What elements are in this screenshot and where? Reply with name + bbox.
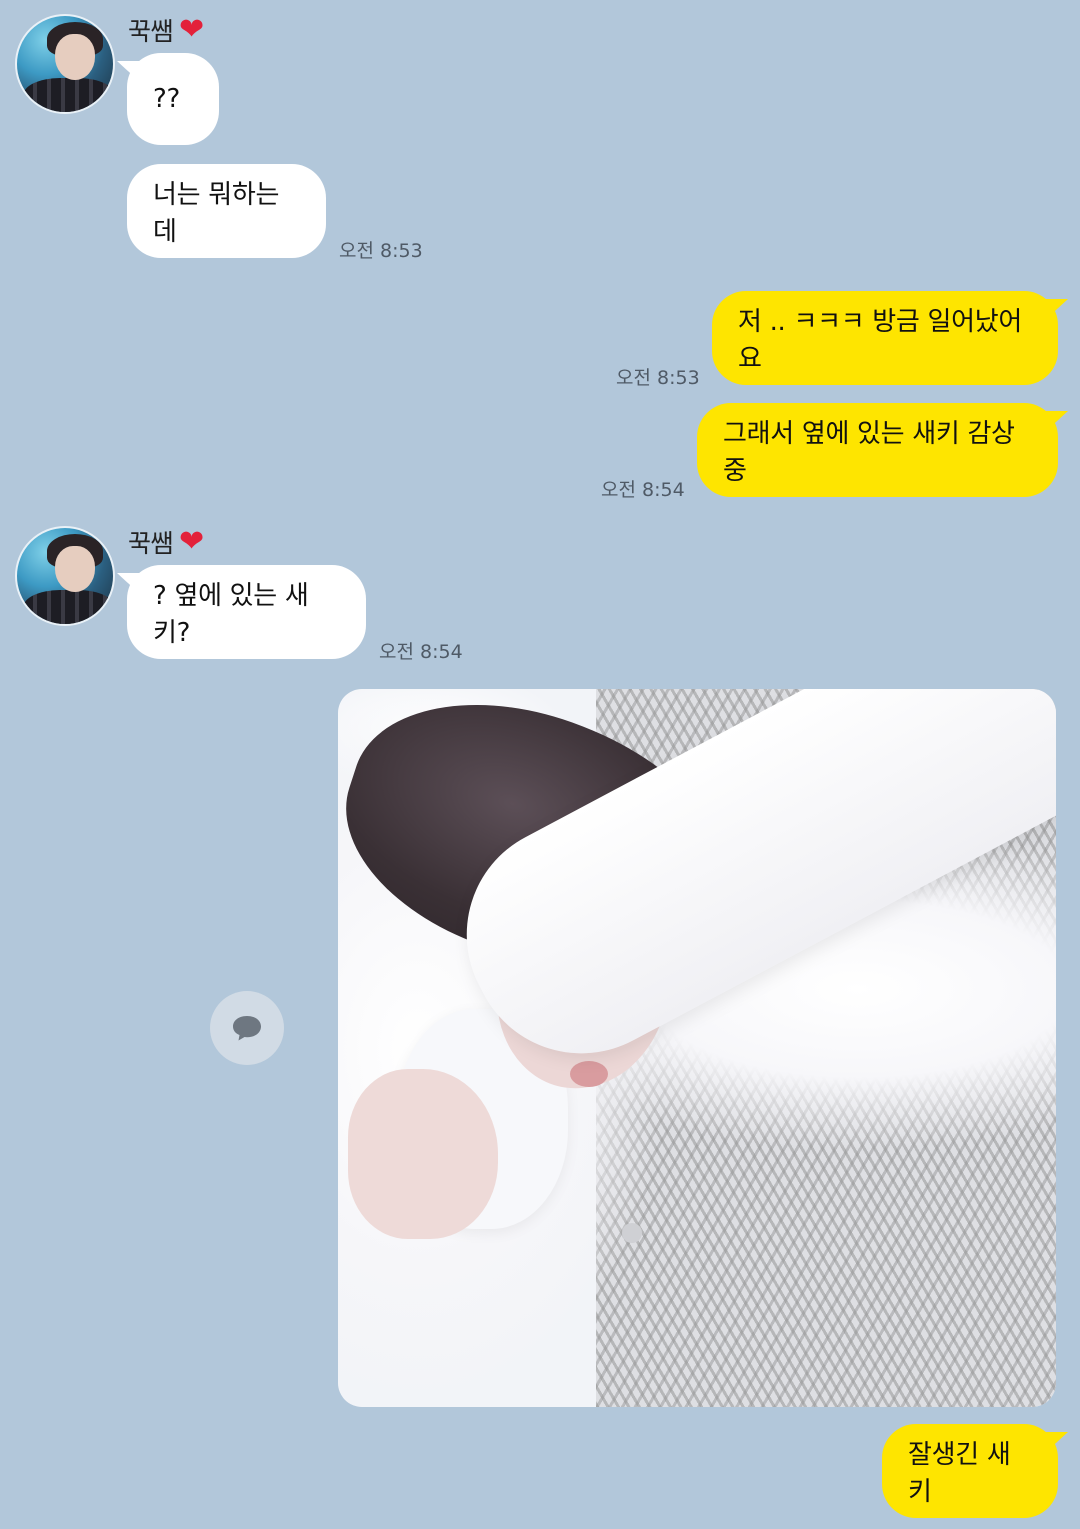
message-bubble-incoming[interactable]: ?? — [117, 53, 219, 145]
message-text: 그래서 옆에 있는 새키 감상 중 — [723, 419, 1015, 486]
message-bubble-outgoing[interactable]: 잘생긴 새키 — [882, 1424, 1068, 1518]
sender-avatar[interactable] — [15, 14, 115, 114]
message-bubble-incoming[interactable]: ? 옆에 있는 새키? — [117, 565, 366, 659]
message-bubble-outgoing[interactable]: 저 .. ㅋㅋㅋ 방금 일어났어요 — [712, 291, 1068, 385]
sender-name: 꾹쌤 ❤ — [128, 12, 204, 48]
message-text: 잘생긴 새키 — [908, 1440, 1011, 1507]
message-time: 오전 8:53 — [616, 367, 700, 389]
message-bubble-outgoing[interactable]: 그래서 옆에 있는 새키 감상 중 — [697, 403, 1068, 497]
message-time: 오전 8:54 — [379, 641, 463, 663]
chat-room: 꾹쌤 ❤ ?? 너는 뭐하는데 오전 8:53 저 .. ㅋㅋㅋ 방금 일어났어… — [0, 0, 1080, 1529]
sender-name: 꾹쌤 ❤ — [128, 524, 204, 560]
comment-button[interactable] — [210, 991, 284, 1065]
message-bubble-incoming[interactable]: 너는 뭐하는데 — [127, 164, 326, 258]
message-time: 오전 8:54 — [601, 479, 685, 501]
heart-icon: ❤ — [179, 524, 204, 559]
message-text: 너는 뭐하는데 — [153, 180, 280, 247]
message-text: ? 옆에 있는 새키? — [153, 581, 309, 648]
message-time: 오전 8:53 — [339, 240, 423, 262]
message-text: 저 .. ㅋㅋㅋ 방금 일어났어요 — [738, 307, 1022, 374]
sender-name-text: 꾹쌤 — [128, 529, 174, 558]
speech-bubble-icon — [233, 1016, 261, 1041]
sender-avatar[interactable] — [15, 526, 115, 626]
heart-icon: ❤ — [179, 12, 204, 47]
message-text: ?? — [153, 84, 180, 114]
photo-message[interactable] — [338, 689, 1056, 1407]
sender-name-text: 꾹쌤 — [128, 17, 174, 46]
